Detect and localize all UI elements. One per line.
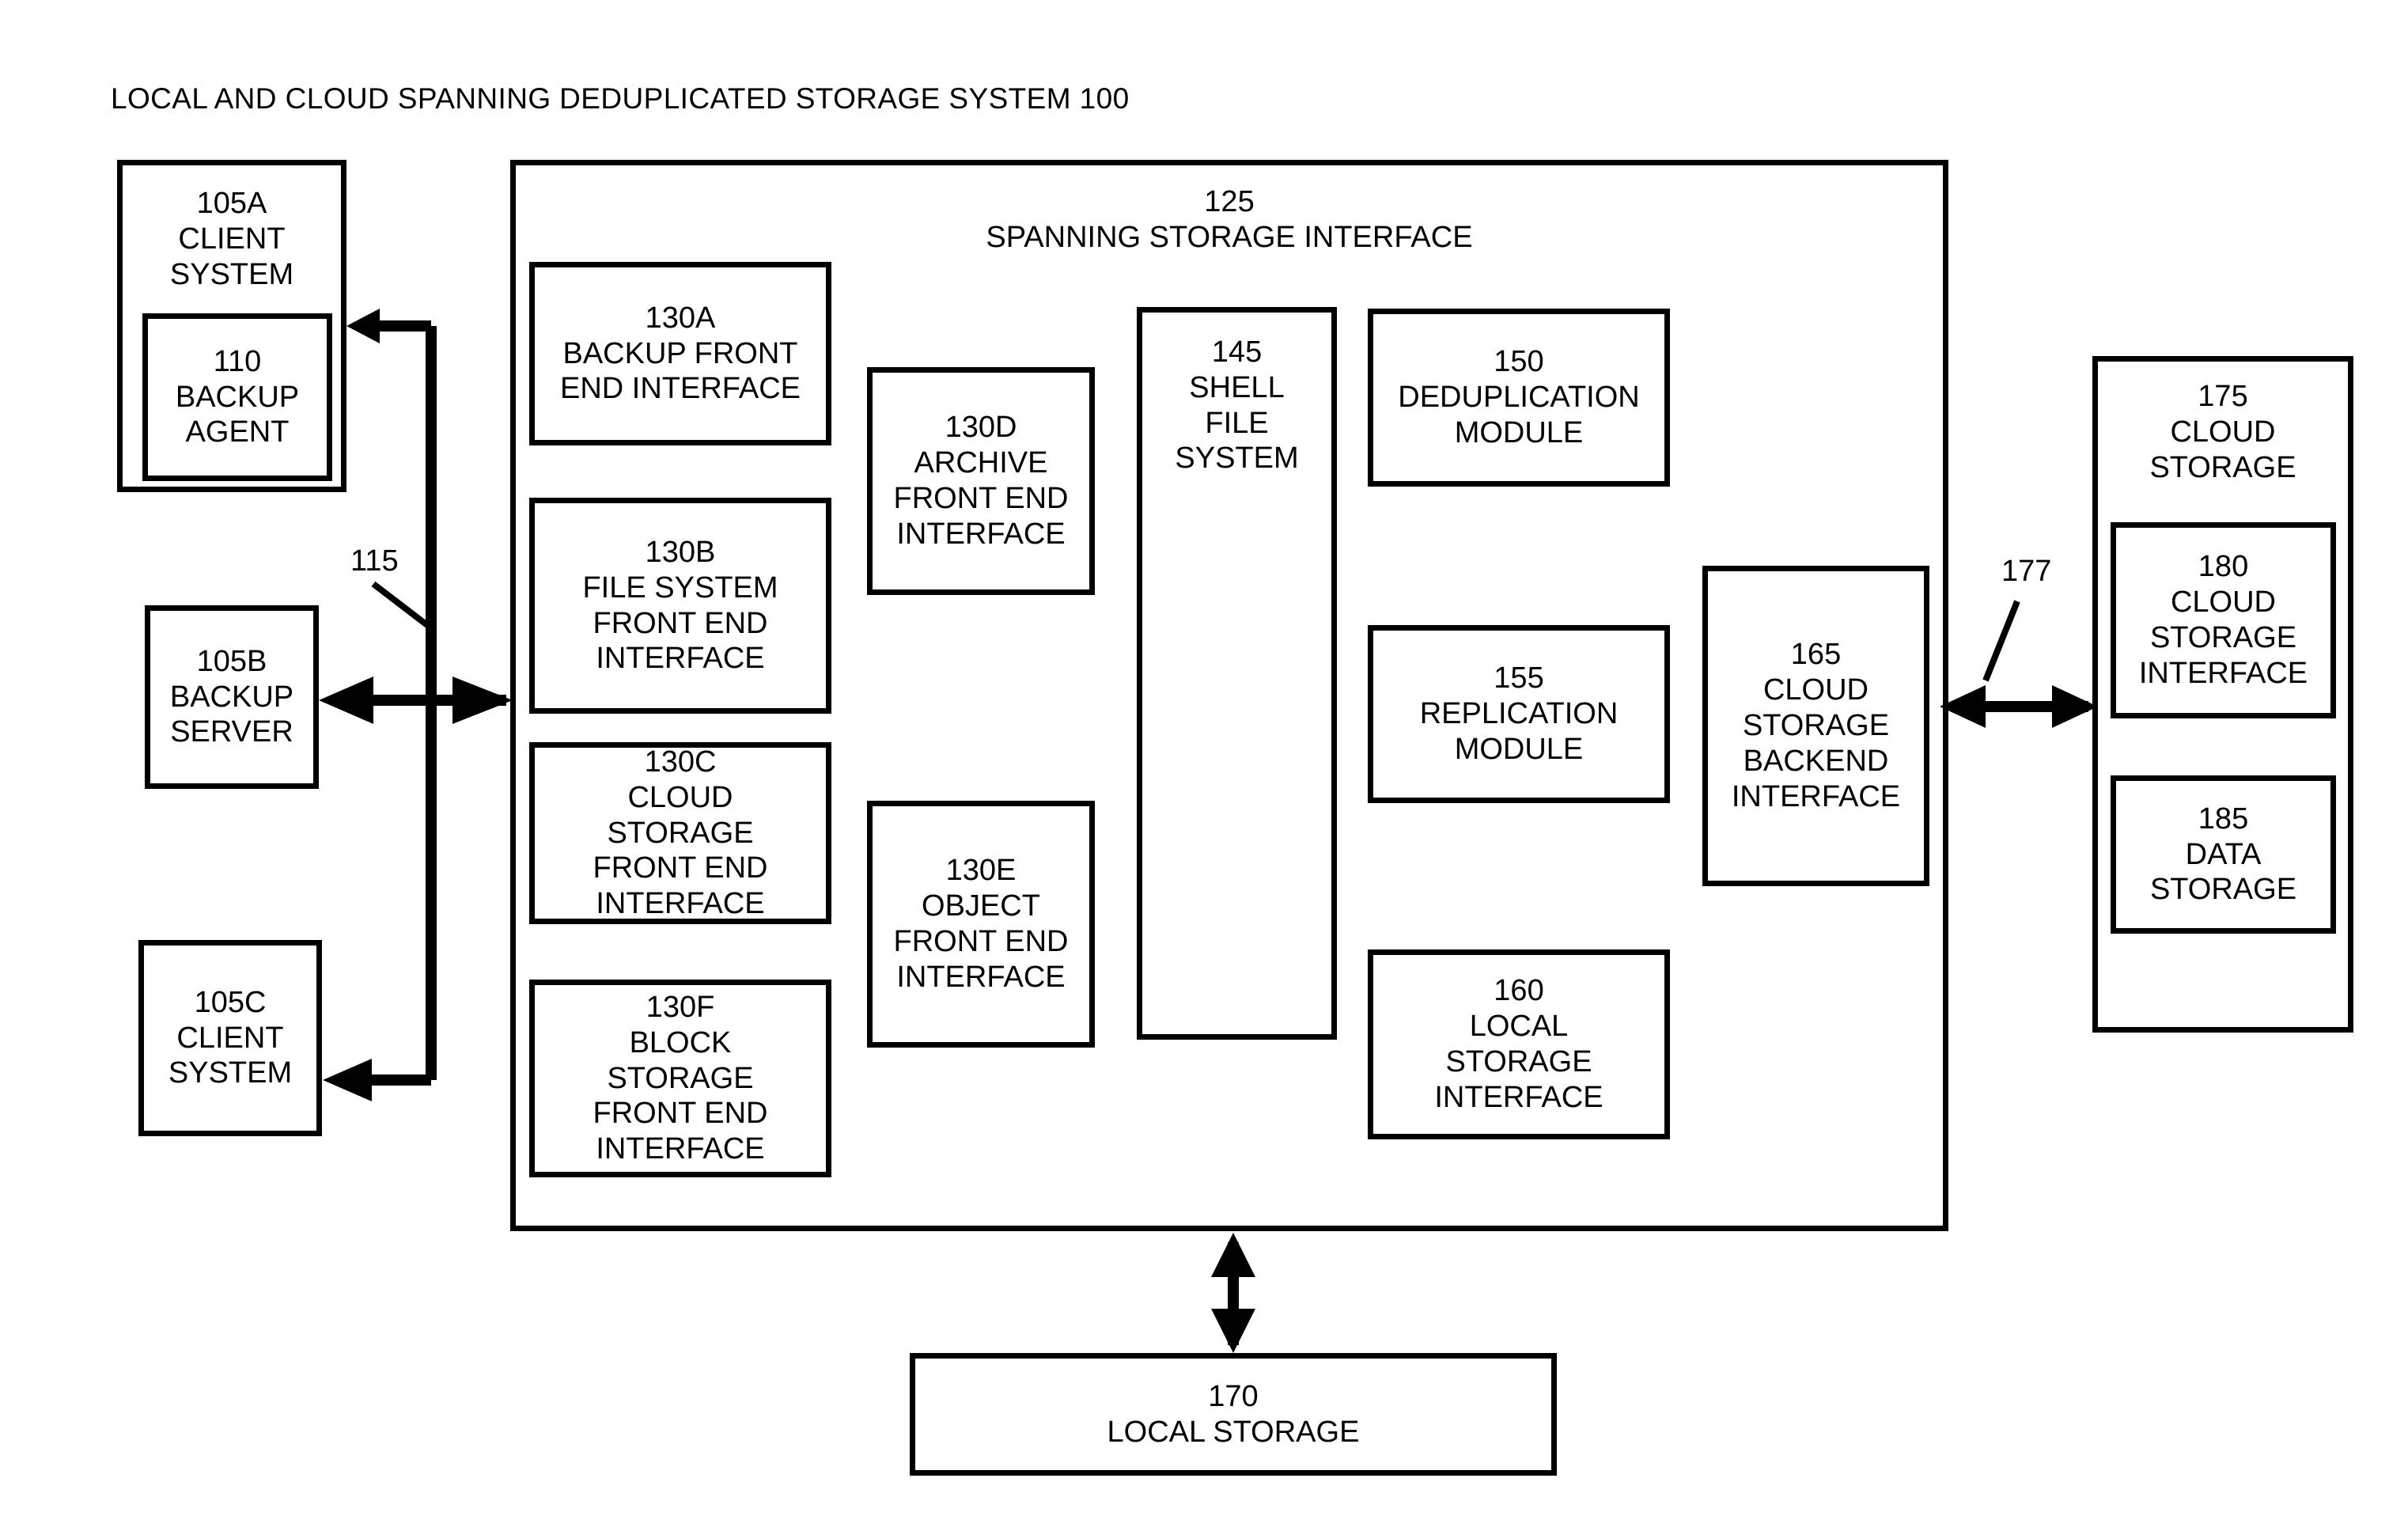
data-storage-185-label: 185 DATA STORAGE	[2149, 802, 2297, 907]
arrow-to-spanning-interface-from-local-storage	[1211, 1233, 1255, 1277]
front-end-interface-130c-box: 130C CLOUD STORAGE FRONT END INTERFACE	[529, 742, 831, 924]
front-end-interface-130b-label: 130B FILE SYSTEM FRONT END INTERFACE	[582, 535, 778, 676]
front-end-interface-130c-label: 130C CLOUD STORAGE FRONT END INTERFACE	[593, 745, 768, 921]
cloud-storage-backend-interface-165-label: 165 CLOUD STORAGE BACKEND INTERFACE	[1731, 638, 1901, 813]
cloud-storage-175-label: 175 CLOUD STORAGE	[2149, 380, 2296, 484]
cloud-storage-interface-180-label: 180 CLOUD STORAGE INTERFACE	[2138, 550, 2308, 690]
front-end-interface-130a-label: 130A BACKUP FRONT END INTERFACE	[559, 301, 801, 406]
connector-115-label: 115	[350, 544, 399, 578]
front-end-interface-130e-box: 130E OBJECT FRONT END INTERFACE	[867, 801, 1095, 1048]
backup-server-105b-label: 105B BACKUP SERVER	[169, 644, 294, 749]
patent-figure: LOCAL AND CLOUD SPANNING DEDUPLICATED ST…	[0, 0, 2408, 1516]
backup-agent-110-label: 110 BACKUP AGENT	[175, 344, 300, 449]
shell-file-system-145-label: 145 SHELL FILE SYSTEM	[1175, 335, 1299, 476]
deduplication-module-150-box: 150 DEDUPLICATION MODULE	[1368, 309, 1670, 487]
front-end-interface-130f-box: 130F BLOCK STORAGE FRONT END INTERFACE	[529, 980, 831, 1177]
arrow-to-local-storage-170	[1211, 1309, 1255, 1353]
connector-115-leader-line	[371, 581, 430, 628]
front-end-interface-130f-label: 130F BLOCK STORAGE FRONT END INTERFACE	[593, 990, 768, 1166]
arrow-to-cloud-storage-175	[2052, 685, 2098, 728]
backup-server-105b-box: 105B BACKUP SERVER	[145, 605, 319, 789]
arrow-to-spanning-interface-from-clients	[452, 677, 513, 724]
client-system-105c-label: 105C CLIENT SYSTEM	[168, 985, 293, 1090]
cloud-storage-interface-180-box: 180 CLOUD STORAGE INTERFACE	[2111, 522, 2336, 718]
arrow-to-backup-server-105b	[319, 677, 373, 724]
shell-file-system-145-box: 145 SHELL FILE SYSTEM	[1137, 307, 1337, 1040]
front-end-interface-130a-box: 130A BACKUP FRONT END INTERFACE	[529, 262, 831, 445]
arrow-to-client-105c	[323, 1059, 372, 1101]
deduplication-module-150-label: 150 DEDUPLICATION MODULE	[1398, 345, 1640, 449]
front-end-interface-130d-box: 130D ARCHIVE FRONT END INTERFACE	[867, 367, 1095, 595]
replication-module-155-box: 155 REPLICATION MODULE	[1368, 625, 1670, 803]
client-system-105c-box: 105C CLIENT SYSTEM	[138, 940, 322, 1136]
local-storage-interface-160-label: 160 LOCAL STORAGE INTERFACE	[1434, 974, 1603, 1114]
local-storage-interface-160-box: 160 LOCAL STORAGE INTERFACE	[1368, 949, 1670, 1139]
connector-177-label: 177	[2001, 555, 2052, 588]
spanning-storage-interface-125-label: 125 SPANNING STORAGE INTERFACE	[986, 185, 1473, 254]
local-storage-170-label: 170 LOCAL STORAGE	[1107, 1379, 1360, 1449]
connector-177-leader-line	[1982, 600, 2020, 682]
cloud-storage-backend-interface-165-box: 165 CLOUD STORAGE BACKEND INTERFACE	[1702, 566, 1929, 886]
backup-agent-110-box: 110 BACKUP AGENT	[142, 313, 332, 481]
client-system-105a-label: 105A CLIENT SYSTEM	[169, 187, 294, 291]
front-end-interface-130e-label: 130E OBJECT FRONT END INTERFACE	[893, 854, 1069, 994]
data-storage-185-box: 185 DATA STORAGE	[2111, 775, 2336, 934]
figure-title: LOCAL AND CLOUD SPANNING DEDUPLICATED ST…	[111, 82, 1130, 115]
replication-module-155-label: 155 REPLICATION MODULE	[1419, 661, 1619, 766]
front-end-interface-130d-label: 130D ARCHIVE FRONT END INTERFACE	[893, 411, 1069, 551]
arrow-to-client-105a	[346, 309, 380, 343]
local-storage-170-box: 170 LOCAL STORAGE	[910, 1353, 1557, 1476]
front-end-interface-130b-box: 130B FILE SYSTEM FRONT END INTERFACE	[529, 498, 831, 714]
